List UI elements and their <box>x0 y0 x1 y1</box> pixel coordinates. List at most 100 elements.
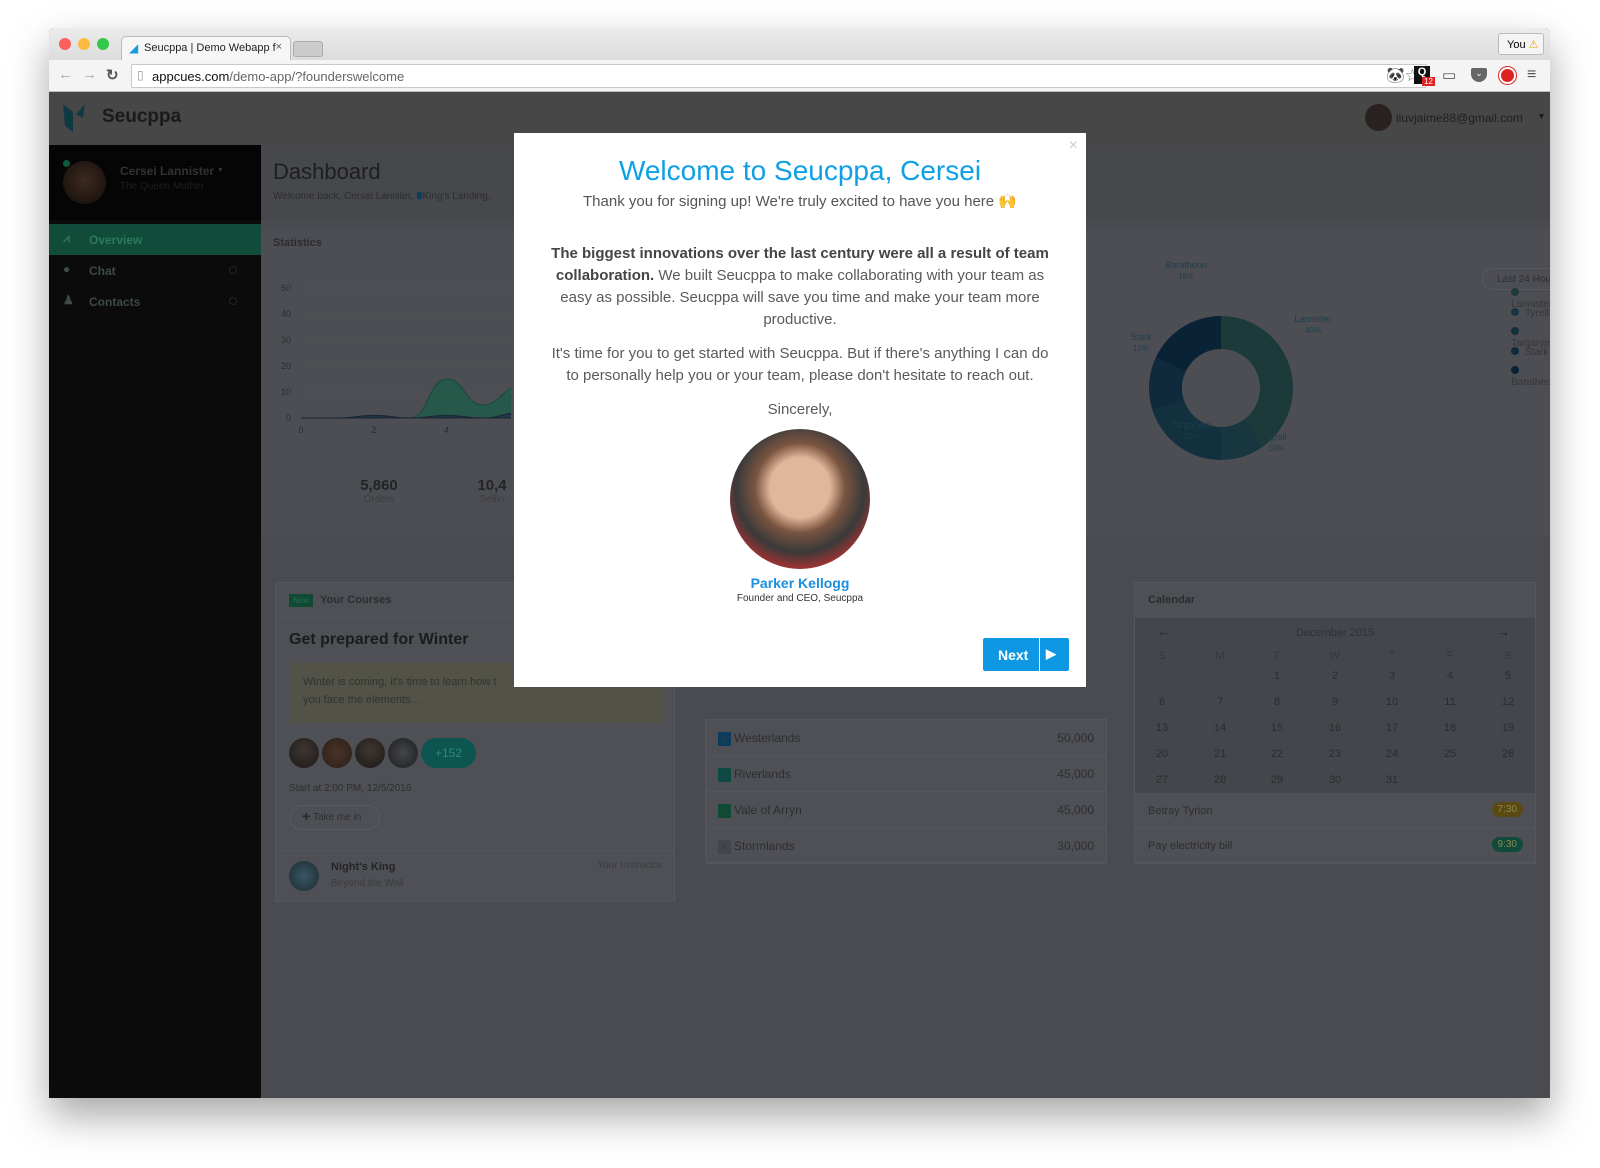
sidebar-item-overview[interactable]: ⩘ Overview <box>49 224 261 255</box>
location-text: King's Landing, <box>422 191 491 202</box>
signer-name[interactable]: Parker Kellogg <box>514 575 1086 591</box>
calendar-day[interactable]: 25 <box>1435 748 1465 760</box>
users-icon: ♟ <box>63 293 74 307</box>
event-time-badge: 7:30 <box>1491 802 1523 817</box>
calendar-day[interactable]: 15 <box>1262 722 1292 734</box>
time-range-dropdown[interactable]: Last 24 Hours ▾ <box>1482 268 1550 290</box>
rank-badge: 4 <box>718 839 731 854</box>
course-title[interactable]: Get prepared for Winter <box>289 631 468 649</box>
tab-close-icon[interactable]: × <box>276 41 282 53</box>
calendar-day[interactable]: 26 <box>1493 748 1523 760</box>
next-month-arrow-icon[interactable]: → <box>1497 624 1510 639</box>
calendar-day[interactable]: 10 <box>1377 696 1407 708</box>
attendee-avatar[interactable] <box>322 738 352 768</box>
panda-extension-icon[interactable]: 🐼 <box>1386 66 1405 84</box>
calendar-day[interactable]: 8 <box>1262 696 1292 708</box>
calendar-day[interactable]: 28 <box>1205 774 1235 786</box>
slice-label: Tyrell <box>1265 432 1287 442</box>
browser-toolbar: ← → ↻ ▯ appcues.com/demo-app/?founderswe… <box>49 60 1550 92</box>
new-tab-button[interactable] <box>293 41 323 57</box>
close-window-button[interactable] <box>59 38 71 50</box>
user-email-menu[interactable]: iluvjaime88@gmail.com <box>1396 111 1523 125</box>
attendee-avatar[interactable] <box>388 738 418 768</box>
table-row[interactable]: 3 Vale of Arryn 45,000 <box>706 792 1106 828</box>
calendar-day[interactable]: 21 <box>1205 748 1235 760</box>
calendar-day[interactable]: 24 <box>1377 748 1407 760</box>
region-name: Riverlands <box>734 767 791 781</box>
take-me-in-button[interactable]: ✚ Take me in <box>289 805 380 830</box>
profile-button[interactable]: You ⚠ <box>1498 33 1544 55</box>
weekday-label: M <box>1215 650 1225 662</box>
calendar-day[interactable]: 2 <box>1320 670 1350 682</box>
status-circle-icon <box>229 266 237 274</box>
minimize-window-button[interactable] <box>78 38 90 50</box>
calendar-day[interactable]: 31 <box>1377 774 1407 786</box>
calendar-day[interactable]: 14 <box>1205 722 1235 734</box>
menu-icon[interactable]: ≡ <box>1527 66 1536 84</box>
weekday-label: T <box>1273 650 1281 662</box>
back-icon[interactable]: ← <box>58 66 73 83</box>
calendar-day[interactable]: 16 <box>1320 722 1350 734</box>
page-subtitle: Welcome back, Cersei Lanister, ⬮King's L… <box>273 191 491 202</box>
forward-icon[interactable]: → <box>82 66 97 83</box>
calendar-event[interactable]: Betray Tyrion 7:30 <box>1135 793 1535 828</box>
modal-close-button[interactable]: × <box>1069 137 1078 155</box>
reload-icon[interactable]: ↻ <box>106 66 119 84</box>
calendar-month: December 2015 <box>1295 627 1375 639</box>
calendar-day[interactable]: 27 <box>1147 774 1177 786</box>
calendar-day[interactable]: 29 <box>1262 774 1292 786</box>
calendar-day[interactable]: 18 <box>1435 722 1465 734</box>
regions-table: 1 Westerlands 50,000 2 Riverlands 45,000 3 Vale… <box>705 719 1107 864</box>
calendar-day[interactable]: 6 <box>1147 696 1177 708</box>
brand-logo-icon <box>63 104 85 132</box>
next-button[interactable]: Next ▶ <box>983 638 1069 671</box>
instructor-name[interactable]: Night's King <box>331 861 395 873</box>
adblock-icon[interactable] <box>1499 67 1516 84</box>
sidebar-item-contacts[interactable]: ♟ Contacts <box>49 286 261 317</box>
attendee-avatar[interactable] <box>355 738 385 768</box>
event-title: Pay electricity bill <box>1148 840 1233 852</box>
y-tick-label: 20 <box>281 361 291 371</box>
calendar-day[interactable]: 1 <box>1262 670 1292 682</box>
x-tick-label: 2 <box>371 425 376 435</box>
calendar-day[interactable]: 7 <box>1205 696 1235 708</box>
area-chart: 0102030405060024 <box>281 283 511 435</box>
calendar-grid: ← December 2015 → S M T W T F S 1 2 3 4 5 6 7 8 9 10 11 12… <box>1135 618 1535 793</box>
calendar-day[interactable]: 12 <box>1493 696 1523 708</box>
cast-icon[interactable]: ▭ <box>1442 66 1456 84</box>
event-time-badge: 9:30 <box>1491 837 1523 852</box>
attendee-avatar[interactable] <box>289 738 319 768</box>
address-bar[interactable]: ▯ appcues.com/demo-app/?founderswelcome … <box>131 64 1427 88</box>
weekday-label: W <box>1329 650 1341 662</box>
page-icon: ▯ <box>137 68 144 82</box>
table-row[interactable]: 2 Riverlands 45,000 <box>706 756 1106 792</box>
table-row[interactable]: 1 Westerlands 50,000 <box>706 720 1106 756</box>
donut-slice[interactable] <box>1152 400 1221 460</box>
calendar-day[interactable]: 4 <box>1435 670 1465 682</box>
sidebar-item-chat[interactable]: ● Chat <box>49 255 261 286</box>
statistics-label: Statistics <box>273 237 322 249</box>
table-row[interactable]: 4 Stormlands 30,000 <box>706 828 1106 864</box>
user-avatar[interactable] <box>1365 104 1392 131</box>
calendar-day[interactable]: 30 <box>1320 774 1350 786</box>
calendar-day[interactable]: 13 <box>1147 722 1177 734</box>
legend-label: Stark <box>1525 346 1549 358</box>
calendar-day[interactable]: 22 <box>1262 748 1292 760</box>
region-value: 30,000 <box>1057 839 1094 853</box>
browser-tab[interactable]: ◢ Seucppa | Demo Webapp f × <box>121 36 291 60</box>
calendar-day[interactable]: 11 <box>1435 696 1465 708</box>
calendar-day[interactable]: 19 <box>1493 722 1523 734</box>
more-attendees-badge[interactable]: +152 <box>421 738 476 768</box>
calendar-day[interactable]: 5 <box>1493 670 1523 682</box>
founder-photo <box>730 429 870 569</box>
maximize-window-button[interactable] <box>97 38 109 50</box>
pocket-icon[interactable]: ⌄ <box>1471 68 1487 82</box>
calendar-day[interactable]: 23 <box>1320 748 1350 760</box>
brand-name[interactable]: Seucppa <box>102 106 181 128</box>
calendar-day[interactable]: 9 <box>1320 696 1350 708</box>
calendar-day[interactable]: 3 <box>1377 670 1407 682</box>
profile-name[interactable]: Cersei Lannister <box>120 164 214 178</box>
calendar-day[interactable]: 17 <box>1377 722 1407 734</box>
calendar-event[interactable]: Pay electricity bill 9:30 <box>1135 828 1535 863</box>
calendar-day[interactable]: 20 <box>1147 748 1177 760</box>
